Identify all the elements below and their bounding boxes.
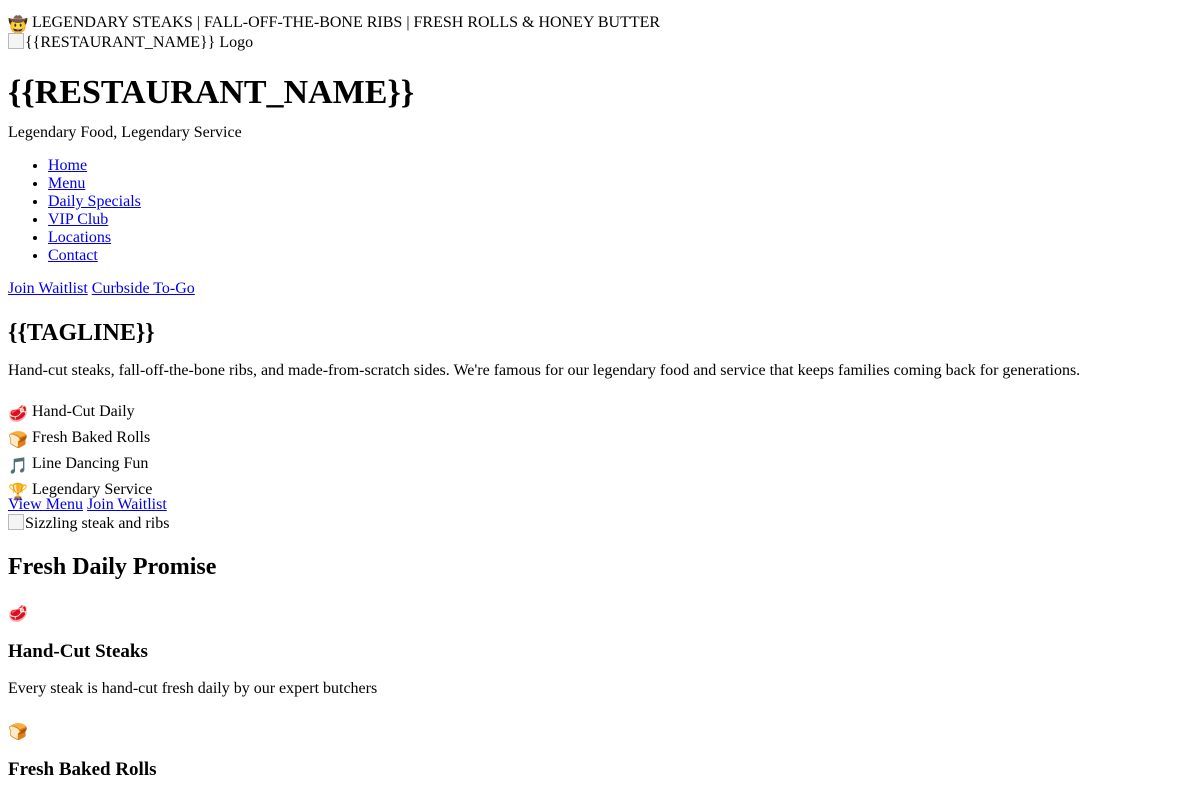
hero-features: 🥩 Hand-Cut Daily 🍞 Fresh Baked Rolls 🎵 Line…	[8, 399, 1192, 503]
nav-item-vip-club: VIP Club	[48, 211, 1192, 229]
nav-link-menu[interactable]: Menu	[48, 175, 85, 192]
curbside-to-go-link[interactable]: Curbside To-Go	[92, 280, 195, 297]
nav-link-locations[interactable]: Locations	[48, 229, 111, 246]
announcement-bar: 🤠 LEGENDARY STEAKS | FALL-OFF-THE-BONE RI…	[8, 13, 1192, 34]
feature-item: 🥩 Hand-Cut Daily	[8, 399, 1192, 425]
promise-card-description: Every steak is hand-cut fresh daily by o…	[8, 680, 378, 697]
hero-image-alt-text: Sizzling steak and ribs	[25, 515, 170, 532]
promise-card-title: Hand-Cut Steaks	[8, 641, 148, 662]
steak-icon: 🥩	[8, 404, 28, 423]
hero-tagline: {{TAGLINE}}	[8, 320, 155, 346]
cowboy-hat-icon: 🤠	[8, 15, 28, 34]
hero-join-waitlist-link[interactable]: Join Waitlist	[87, 496, 167, 513]
nav-item-contact: Contact	[48, 247, 1192, 265]
header-cta-row: Join Waitlist Curbside To-Go	[8, 279, 1192, 299]
announcement-text: LEGENDARY STEAKS | FALL-OFF-THE-BONE RIB…	[32, 14, 661, 31]
bread-icon: 🍞	[8, 722, 28, 741]
join-waitlist-link[interactable]: Join Waitlist	[8, 280, 88, 297]
promise-section-title: Fresh Daily Promise	[8, 554, 217, 580]
restaurant-name: {{RESTAURANT_NAME}}	[8, 74, 415, 111]
main-nav: Home Menu Daily Specials VIP Club Locati…	[8, 157, 1192, 265]
music-note-icon: 🎵	[8, 456, 28, 475]
hero-image: Sizzling steak and ribs	[8, 514, 1192, 532]
broken-image-icon	[8, 514, 24, 530]
feature-item: 🎵 Line Dancing Fun	[8, 451, 1192, 477]
feature-item: 🍞 Fresh Baked Rolls	[8, 425, 1192, 451]
bread-icon: 🍞	[8, 430, 28, 449]
promise-card-icon: 🥩	[8, 601, 1192, 623]
nav-item-home: Home	[48, 157, 1192, 175]
steak-icon: 🥩	[8, 604, 28, 623]
feature-label: Hand-Cut Daily	[32, 403, 135, 420]
broken-image-icon	[8, 33, 24, 49]
nav-link-home[interactable]: Home	[48, 157, 87, 174]
nav-item-locations: Locations	[48, 229, 1192, 247]
nav-item-daily-specials: Daily Specials	[48, 193, 1192, 211]
hero-cta-row: View Menu Join Waitlist	[8, 496, 1192, 514]
feature-label: Fresh Baked Rolls	[32, 429, 151, 446]
nav-link-daily-specials[interactable]: Daily Specials	[48, 193, 141, 210]
promise-card-title: Fresh Baked Rolls	[8, 759, 157, 780]
nav-link-contact[interactable]: Contact	[48, 247, 98, 264]
hero-description: Hand-cut steaks, fall-off-the-bone ribs,…	[8, 362, 1081, 379]
view-menu-link[interactable]: View Menu	[8, 496, 83, 513]
header-slogan: Legendary Food, Legendary Service	[8, 124, 242, 141]
logo: {{RESTAURANT_NAME}} Logo	[8, 33, 1192, 51]
promise-card-icon: 🍞	[8, 719, 1192, 741]
nav-link-vip-club[interactable]: VIP Club	[48, 211, 108, 228]
nav-item-menu: Menu	[48, 175, 1192, 193]
logo-alt-text: {{RESTAURANT_NAME}} Logo	[25, 34, 254, 51]
feature-label: Line Dancing Fun	[32, 455, 149, 472]
